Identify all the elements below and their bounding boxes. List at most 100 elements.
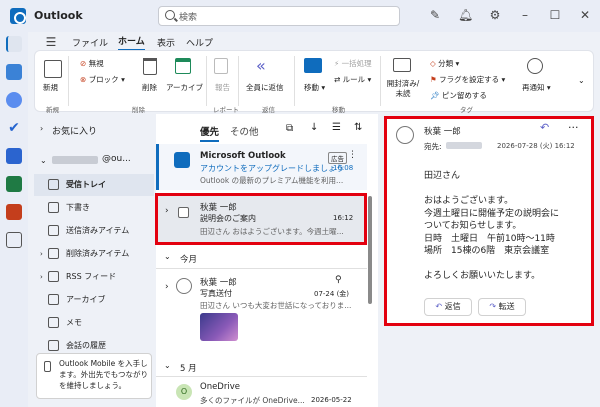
- menu-file[interactable]: ファイル: [72, 36, 108, 49]
- ribbon-expand-icon[interactable]: ⌄: [578, 76, 585, 85]
- move-folder-icon[interactable]: [304, 58, 322, 73]
- section-this-month[interactable]: 今月: [180, 253, 197, 265]
- sort-icon[interactable]: ⇅: [354, 122, 362, 133]
- folder-archive[interactable]: アーカイブ: [34, 289, 154, 311]
- ad-preview: Outlook の最新のプレミアム機能を利用...: [200, 176, 344, 185]
- tab-other[interactable]: その他: [230, 124, 259, 138]
- reply-all-icon[interactable]: «: [256, 56, 266, 75]
- hamburger-menu-icon[interactable]: ☰: [44, 35, 58, 49]
- people-app-icon[interactable]: [6, 92, 22, 108]
- category-label: 分類: [438, 59, 454, 68]
- reply-all-button[interactable]: 全員に返信: [246, 82, 284, 93]
- calendar-app-icon[interactable]: [6, 64, 22, 80]
- block-label: ブロック: [88, 75, 119, 84]
- forward-button[interactable]: ↷ 転送: [478, 298, 526, 316]
- photo-date: 07-24 (金): [314, 290, 350, 298]
- send-icon: [48, 225, 59, 236]
- chevron-right-icon: ›: [40, 273, 43, 281]
- folder-drafts[interactable]: 下書き: [34, 197, 154, 219]
- snooze-button[interactable]: 再通知 ▾: [522, 82, 551, 93]
- more-apps-icon[interactable]: [6, 232, 22, 248]
- more-icon[interactable]: ···: [568, 121, 579, 134]
- forward-icon: ↷: [489, 302, 497, 311]
- read-unread-button[interactable]: 開封済み/未読: [386, 79, 420, 99]
- divider: [156, 376, 367, 377]
- minimize-icon[interactable]: –: [518, 8, 532, 22]
- trash-icon[interactable]: [143, 58, 157, 75]
- folder-inbox-label: 受信トレイ: [66, 180, 106, 189]
- mail-app-icon[interactable]: [6, 36, 22, 52]
- menu-home[interactable]: ホーム: [118, 34, 145, 51]
- to-label: 宛先:: [424, 142, 442, 151]
- search-input[interactable]: 検索: [158, 6, 400, 26]
- new-button[interactable]: 新規: [43, 82, 58, 93]
- folder-sent[interactable]: 送信済みアイテム: [34, 220, 154, 242]
- clock-icon[interactable]: [527, 58, 543, 74]
- folder-sent-label: 送信済みアイテム: [66, 226, 130, 235]
- word-app-icon[interactable]: [6, 148, 22, 164]
- maximize-icon[interactable]: ☐: [548, 8, 562, 22]
- mobile-promo-card[interactable]: Outlook Mobile を入手します。外出先でもつながりを維持しましょう。: [36, 353, 152, 399]
- photo-thumbnail[interactable]: [200, 313, 238, 341]
- gear-icon[interactable]: ⚙: [488, 8, 502, 22]
- pin-button[interactable]: 📌︎ ピン留めする: [430, 90, 487, 101]
- chevron-right-icon[interactable]: ›: [40, 124, 43, 133]
- flag-button[interactable]: ⚑ フラグを設定する ▾: [430, 74, 505, 85]
- envelope-open-icon[interactable]: [393, 58, 411, 72]
- chevron-right-icon[interactable]: ›: [165, 206, 169, 216]
- photo-subject: 写真送付: [200, 289, 232, 298]
- rules-button[interactable]: ⇄ ルール ▾: [334, 74, 371, 85]
- arrow-down-icon[interactable]: ↓: [310, 122, 318, 133]
- move-button[interactable]: 移動 ▾: [304, 82, 325, 93]
- archive-button[interactable]: アーカイブ: [166, 82, 203, 93]
- app-title: Outlook: [34, 9, 83, 22]
- trash-icon: [48, 248, 59, 259]
- group-report: レポート: [213, 106, 239, 114]
- note-icon[interactable]: ✎: [428, 8, 442, 22]
- chevron-down-icon[interactable]: ⌄: [164, 252, 171, 261]
- ad-subject: アカウントをアップグレードしましょう: [200, 164, 344, 173]
- excel-app-icon[interactable]: [6, 176, 22, 192]
- select-icon[interactable]: ⧉: [286, 123, 293, 134]
- reply-icon: ↶: [435, 302, 443, 311]
- folder-deleted[interactable]: › 削除済みアイテム: [34, 243, 154, 265]
- filter-icon[interactable]: ☰: [332, 122, 341, 133]
- group-reply: 返信: [262, 106, 275, 114]
- powerpoint-app-icon[interactable]: [6, 204, 22, 220]
- chevron-down-icon[interactable]: ⌄: [40, 156, 47, 165]
- folder-notes[interactable]: メモ: [34, 312, 154, 334]
- group-tags: タグ: [460, 106, 473, 114]
- bulk-action-button: ⚡ 一括処理: [334, 59, 372, 68]
- delete-button[interactable]: 削除: [142, 82, 157, 93]
- folder-inbox[interactable]: 受信トレイ: [34, 174, 154, 196]
- close-icon[interactable]: ✕: [578, 8, 592, 22]
- folder-rss[interactable]: › RSS フィード: [34, 266, 154, 288]
- bell-icon[interactable]: 🔔︎: [458, 8, 473, 22]
- account-label[interactable]: @ou...: [102, 154, 131, 164]
- scrollbar-thumb[interactable]: [368, 196, 372, 304]
- avatar: [396, 126, 414, 144]
- selected-subject: 説明会のご案内: [200, 214, 256, 223]
- category-button[interactable]: ◇ 分類 ▾: [430, 58, 459, 69]
- body-line: [424, 183, 559, 196]
- move-label: 移動: [304, 83, 319, 92]
- search-icon: [165, 10, 175, 20]
- block-button[interactable]: ⊗ ブロック ▾: [80, 74, 125, 85]
- archive-icon[interactable]: [175, 58, 191, 74]
- ad-time: 16:08: [333, 164, 354, 172]
- reply-icon[interactable]: ↶: [540, 121, 549, 134]
- menu-view[interactable]: 表示: [157, 36, 175, 49]
- section-may[interactable]: 5 月: [180, 362, 197, 374]
- ignore-button[interactable]: ⊘ 無視: [80, 58, 104, 69]
- todo-app-icon[interactable]: ✔: [6, 120, 22, 136]
- more-icon[interactable]: ⋮: [348, 150, 357, 160]
- reply-button[interactable]: ↶ 返信: [424, 298, 472, 316]
- chevron-right-icon[interactable]: ›: [165, 282, 169, 292]
- select-checkbox[interactable]: [178, 207, 189, 218]
- favorites-label[interactable]: お気に入り: [52, 124, 97, 137]
- bulk-label: 一括処理: [341, 59, 372, 68]
- new-mail-icon[interactable]: [44, 60, 62, 78]
- tab-focused[interactable]: 優先: [200, 124, 220, 142]
- chevron-down-icon[interactable]: ⌄: [164, 361, 171, 370]
- menu-help[interactable]: ヘルプ: [186, 36, 213, 49]
